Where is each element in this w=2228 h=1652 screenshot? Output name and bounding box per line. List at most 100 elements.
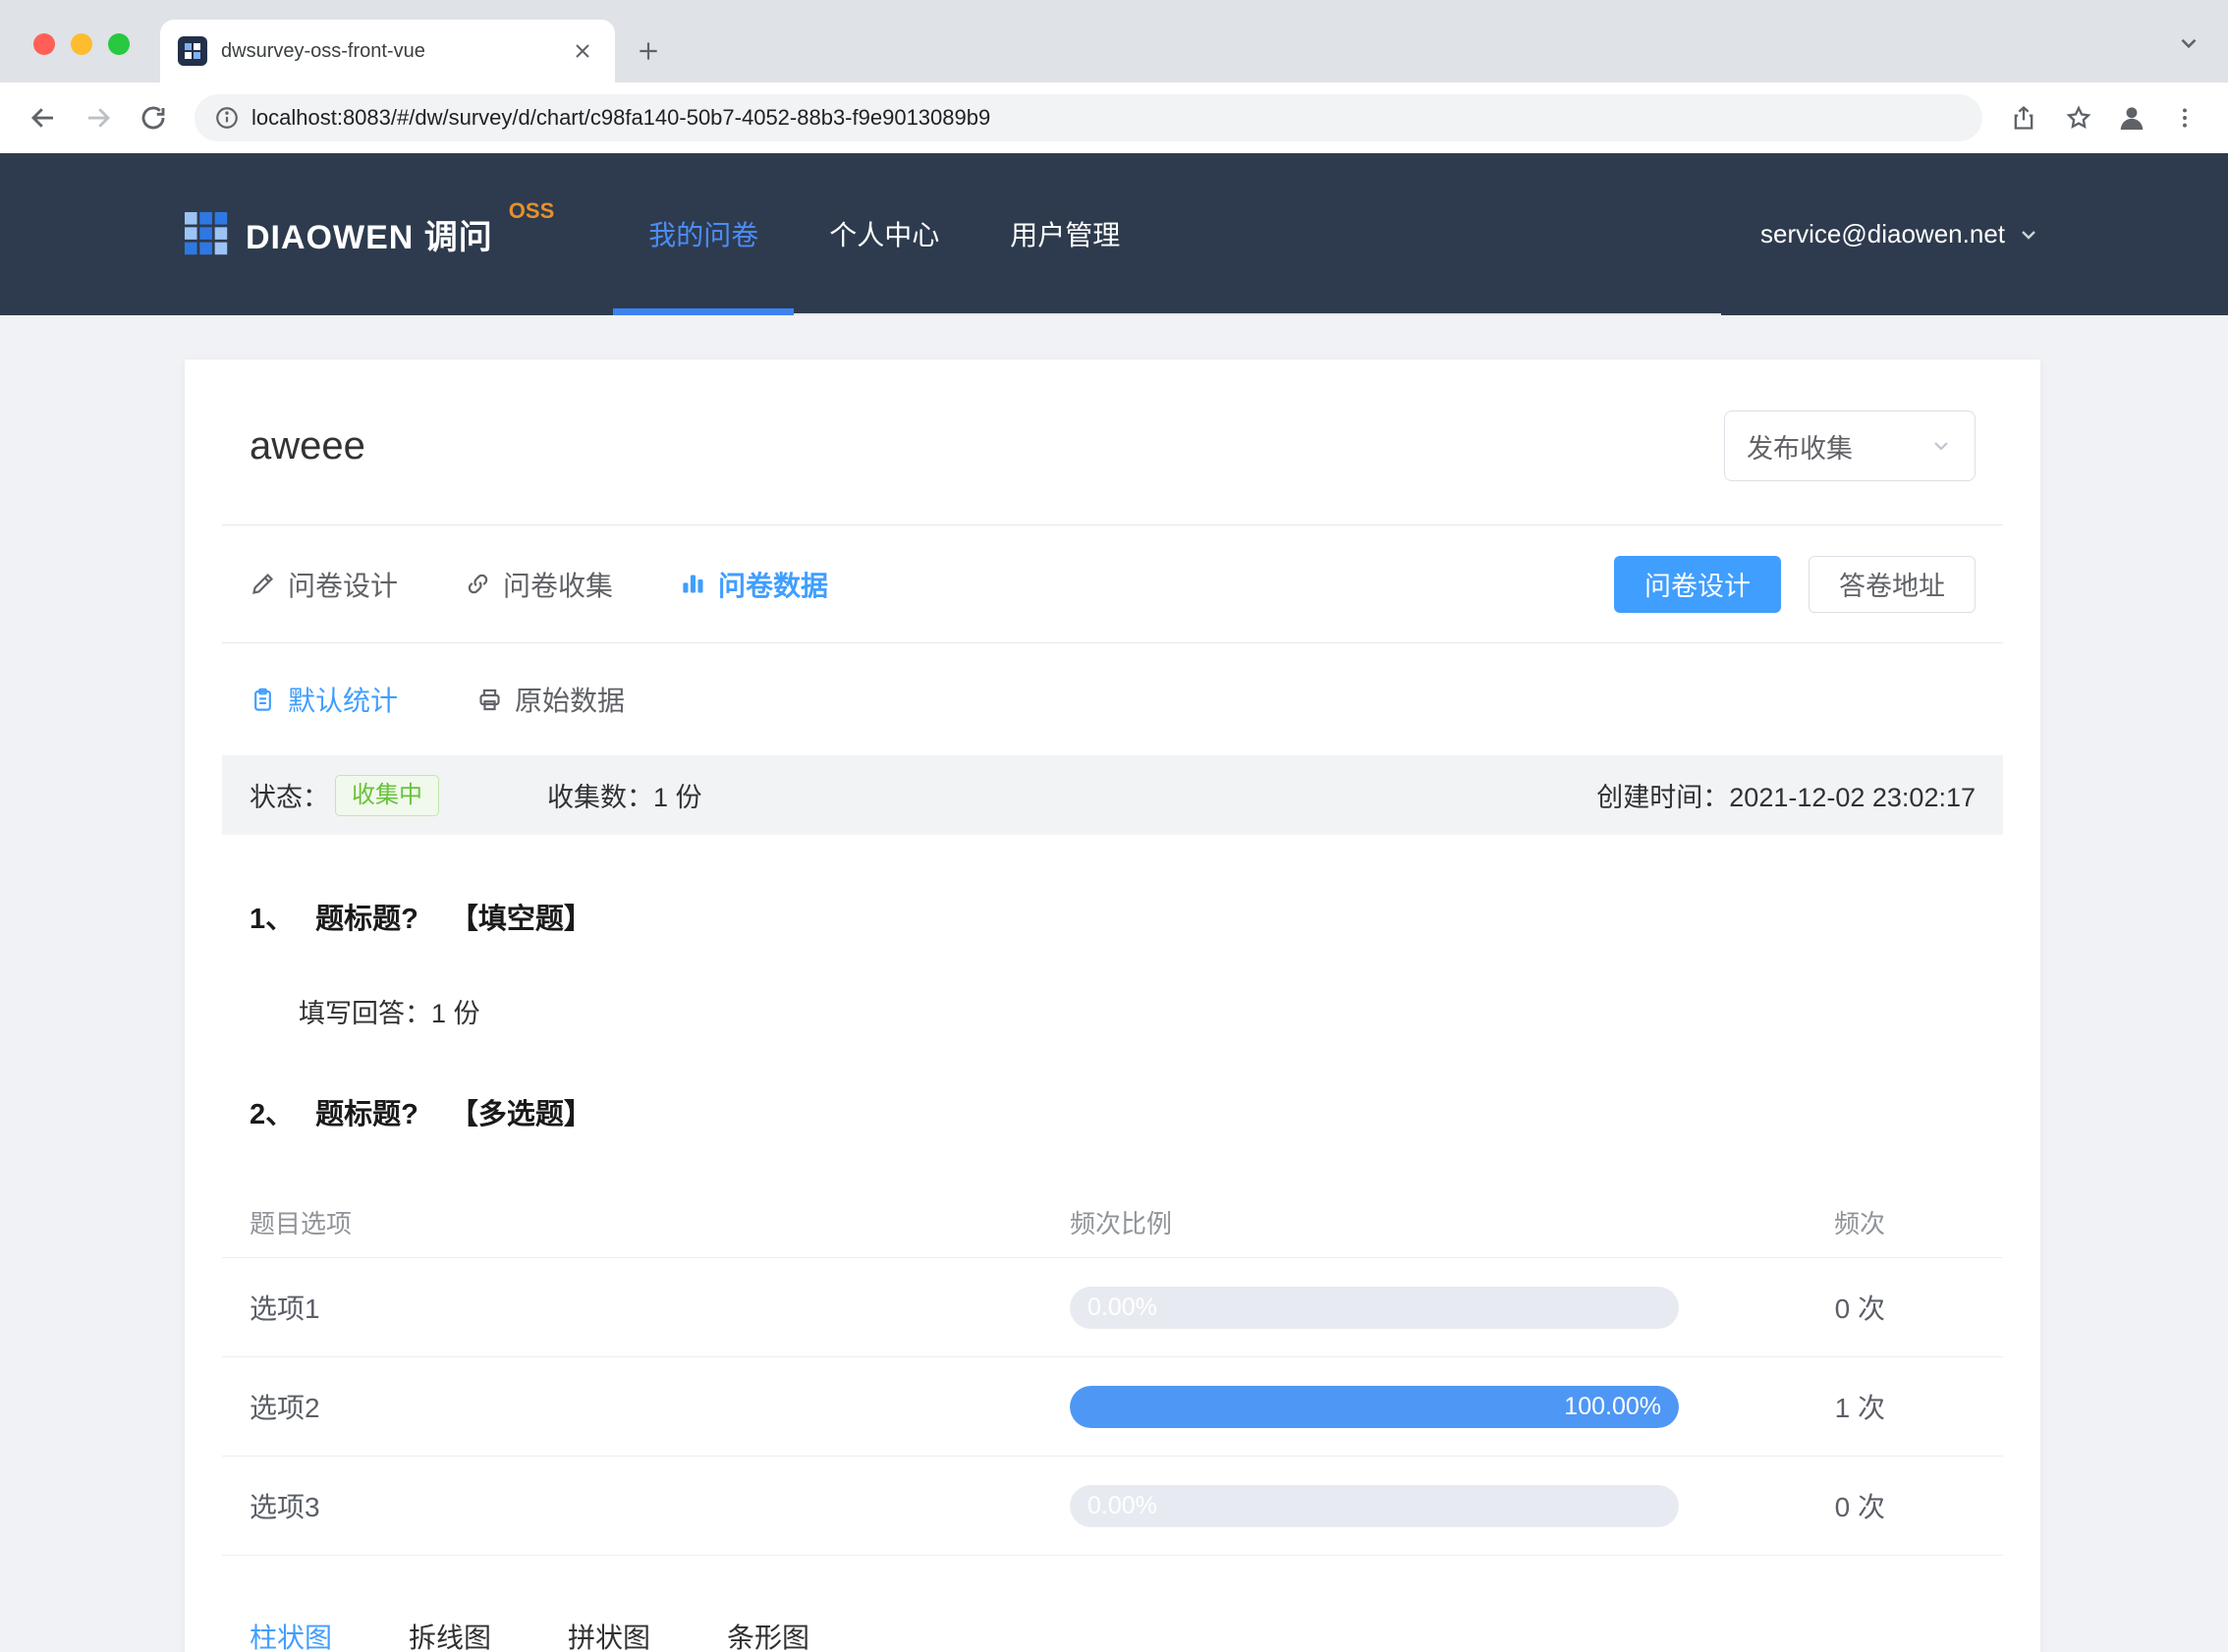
created-time-value: 2021-12-02 23:02:17 — [1729, 783, 1976, 812]
progress-bar: 0.00% — [1070, 1484, 1679, 1527]
tab-label: 默认统计 — [288, 686, 399, 716]
tab-close-icon[interactable] — [568, 36, 597, 66]
progress-label: 0.00% — [1087, 1491, 1157, 1519]
window-close-button[interactable] — [33, 33, 55, 55]
collect-count-value: 1 份 — [653, 783, 702, 812]
nav-item-personal-center[interactable]: 个人中心 — [794, 153, 975, 313]
question-type: 【填空题】 — [449, 904, 592, 935]
browser-menu-icon[interactable] — [2161, 94, 2208, 141]
created-time-label: 创建时间： — [1596, 783, 1730, 812]
nav-item-label: 我的问卷 — [648, 219, 759, 250]
survey-title: aweee — [250, 423, 365, 468]
profile-avatar-icon[interactable] — [2110, 96, 2153, 139]
option-label: 选项2 — [250, 1393, 320, 1423]
bookmark-star-icon[interactable] — [2055, 94, 2102, 141]
progress-label: 100.00% — [1564, 1392, 1661, 1420]
table-row: 选项2 100.00% 1 次 — [222, 1357, 2003, 1457]
answer-url-button[interactable]: 答卷地址 — [1809, 555, 1976, 613]
tab-pie-chart[interactable]: 拼状图 — [568, 1617, 650, 1652]
main-content: aweee 发布收集 问卷设计 问卷收集 问卷数据 问卷设计 答卷地址 默认统计… — [0, 315, 2228, 1652]
table-row: 选项3 0.00% 0 次 — [222, 1457, 2003, 1556]
app-logo[interactable]: DIAOWEN 调问 OSS — [185, 153, 554, 315]
status-badge: 收集中 — [335, 774, 439, 816]
share-icon[interactable] — [2000, 94, 2047, 141]
survey-card: aweee 发布收集 问卷设计 问卷收集 问卷数据 问卷设计 答卷地址 默认统计… — [185, 359, 2040, 1652]
brand-name: DIAOWEN 调问 — [246, 219, 493, 256]
brand-grid-icon — [185, 211, 228, 254]
progress-label: 0.00% — [1087, 1293, 1157, 1321]
tab-title: dwsurvey-oss-front-vue — [221, 39, 425, 62]
nav-item-label: 用户管理 — [1010, 219, 1121, 250]
pencil-icon — [250, 571, 276, 597]
nav-item-label: 个人中心 — [829, 219, 940, 250]
tab-survey-data[interactable]: 问卷数据 — [680, 565, 828, 604]
stat-tabs-row: 默认统计 原始数据 — [222, 643, 2003, 755]
option-label: 选项1 — [250, 1294, 320, 1324]
question-index: 2、 — [250, 1099, 295, 1130]
progress-fill: 100.00% — [1070, 1385, 1679, 1428]
frequency-value: 0 次 — [1834, 1294, 1885, 1324]
tab-bar-chart[interactable]: 条形图 — [727, 1617, 809, 1652]
chart-type-tabs: 柱状图 拆线图 拼状图 条形图 — [250, 1617, 1976, 1652]
publish-collect-select[interactable]: 发布收集 — [1724, 411, 1976, 481]
tab-survey-collect[interactable]: 问卷收集 — [465, 565, 613, 604]
table-row: 选项1 0.00% 0 次 — [222, 1258, 2003, 1357]
collect-count: 收集数：1 份 — [547, 776, 702, 814]
tab-search-chevron-icon[interactable] — [2171, 26, 2206, 61]
tab-label: 问卷数据 — [718, 570, 829, 601]
forward-button[interactable] — [75, 94, 122, 141]
brand-suffix: OSS — [508, 198, 555, 223]
url-text: localhost:8083/#/dw/survey/d/chart/c98fa… — [251, 105, 991, 130]
question-text: 题标题? — [315, 904, 418, 935]
created-time: 创建时间：2021-12-02 23:02:17 — [1596, 776, 1976, 814]
reload-button[interactable] — [130, 94, 177, 141]
frequency-table: 题目选项 频次比例 频次 选项1 0.00% 0 次 选项2 100.00% 1… — [222, 1187, 2003, 1556]
nav-item-user-management[interactable]: 用户管理 — [975, 153, 1155, 313]
frequency-value: 1 次 — [1834, 1393, 1885, 1423]
answer-label: 填写回答： — [299, 999, 431, 1028]
tab-raw-data[interactable]: 原始数据 — [476, 680, 625, 719]
option-label: 选项3 — [250, 1492, 320, 1522]
tab-column-chart[interactable]: 柱状图 — [250, 1617, 332, 1652]
chevron-down-icon — [2017, 223, 2040, 247]
question-text: 题标题? — [315, 1099, 418, 1130]
tab-label: 问卷设计 — [288, 570, 399, 601]
back-button[interactable] — [20, 94, 67, 141]
new-tab-button[interactable] — [629, 31, 668, 71]
tab-favicon-icon — [178, 36, 207, 66]
printer-icon — [476, 687, 503, 713]
tab-label: 原始数据 — [515, 686, 626, 716]
bar-chart-icon — [680, 571, 706, 597]
address-bar[interactable]: localhost:8083/#/dw/survey/d/chart/c98fa… — [195, 94, 1982, 141]
tab-default-statistics[interactable]: 默认统计 — [250, 680, 398, 719]
survey-tabs-row: 问卷设计 问卷收集 问卷数据 问卷设计 答卷地址 — [222, 525, 2003, 642]
survey-design-button[interactable]: 问卷设计 — [1614, 555, 1781, 613]
collect-count-label: 收集数： — [547, 783, 653, 812]
column-header-ratio: 频次比例 — [1070, 1209, 1173, 1239]
nav-item-my-surveys[interactable]: 我的问卷 — [613, 153, 795, 315]
window-controls — [33, 33, 130, 55]
window-minimize-button[interactable] — [71, 33, 92, 55]
tab-line-chart[interactable]: 拆线图 — [409, 1617, 491, 1652]
publish-select-value: 发布收集 — [1747, 433, 1853, 464]
question-1-title: 1、 题标题? 【填空题】 — [222, 896, 2003, 937]
app-header: DIAOWEN 调问 OSS 我的问卷 个人中心 用户管理 service@di… — [0, 153, 2228, 315]
question-index: 1、 — [250, 904, 295, 935]
status-bar: 状态： 收集中 收集数：1 份 创建时间：2021-12-02 23:02:17 — [222, 755, 2003, 835]
question-1-answer: 填写回答：1 份 — [271, 992, 2003, 1030]
browser-toolbar: localhost:8083/#/dw/survey/d/chart/c98fa… — [0, 83, 2228, 153]
question-type: 【多选题】 — [449, 1099, 592, 1130]
chevron-down-icon — [1929, 434, 1953, 458]
site-info-icon[interactable] — [214, 105, 240, 131]
account-dropdown[interactable]: service@diaowen.net — [1760, 153, 2040, 315]
column-header-freq: 频次 — [1833, 1209, 1885, 1239]
link-icon — [465, 571, 491, 597]
table-header-row: 题目选项 频次比例 频次 — [222, 1187, 2003, 1258]
browser-tab[interactable]: dwsurvey-oss-front-vue — [160, 20, 615, 83]
column-header-option: 题目选项 — [250, 1209, 353, 1239]
main-navigation: 我的问卷 个人中心 用户管理 — [613, 153, 1722, 315]
tab-survey-design[interactable]: 问卷设计 — [250, 565, 398, 604]
frequency-value: 0 次 — [1834, 1492, 1885, 1522]
answer-value: 1 份 — [431, 999, 480, 1028]
window-zoom-button[interactable] — [108, 33, 130, 55]
